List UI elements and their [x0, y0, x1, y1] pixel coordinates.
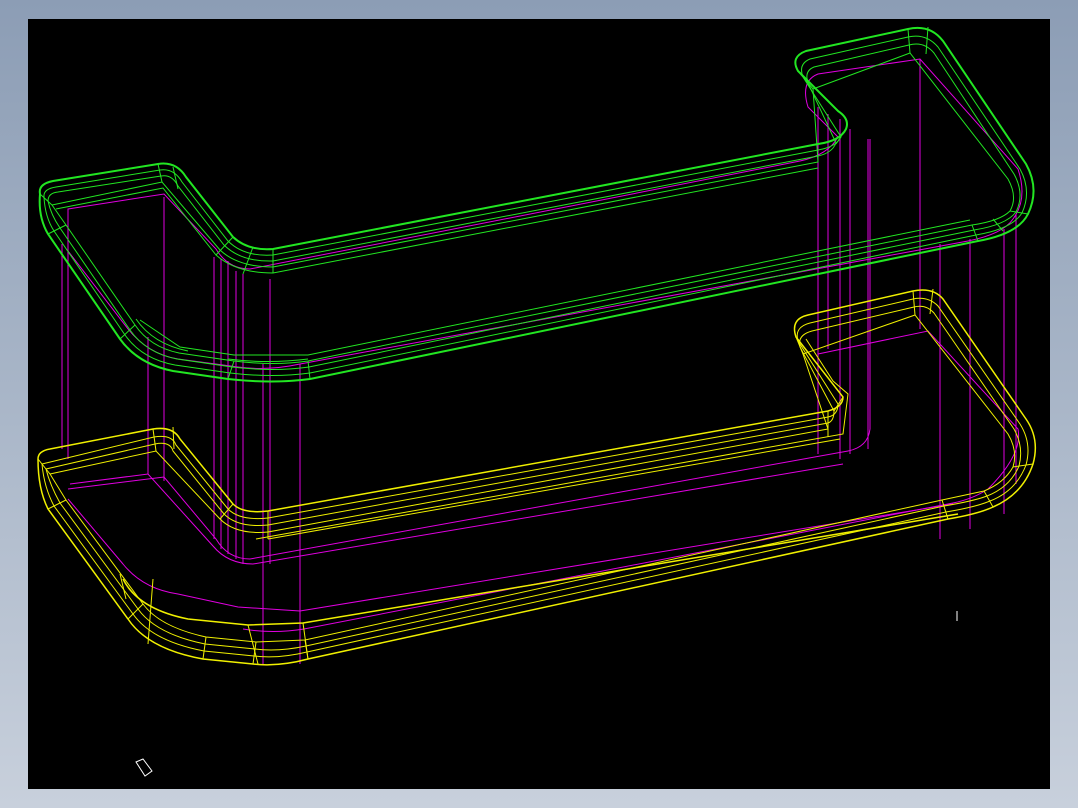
ucs-icon[interactable] — [135, 758, 153, 777]
cad-viewport[interactable] — [28, 19, 1050, 789]
inner-bottom-outline-4 — [67, 498, 954, 612]
lower-rim-seg-5 — [912, 290, 916, 316]
upper-rim-6 — [139, 219, 971, 356]
lower-rim-seg-3 — [172, 426, 175, 450]
upper-rim-3 — [47, 43, 1021, 370]
upper-rim-seg-2 — [172, 166, 179, 190]
lower-rim-seg-1 — [37, 458, 51, 475]
lower-rim-outer — [37, 289, 1037, 666]
lower-rim-seg-12 — [147, 578, 154, 645]
inner-bottom-outline-2 — [69, 463, 844, 565]
lower-rim-seg-2 — [152, 428, 157, 452]
upper-rim-seg-16 — [227, 360, 235, 380]
upper-rim-seg-3 — [215, 236, 234, 256]
upper-rim-seg-10 — [971, 224, 979, 242]
upper-rim-seg-17 — [307, 360, 311, 380]
upper-rim-seg-6 — [907, 28, 911, 54]
ucs-icon-shape[interactable] — [135, 758, 153, 777]
lower-rim-3 — [45, 305, 1022, 651]
upper-rim — [38, 26, 1035, 383]
lower-rim — [37, 288, 1037, 666]
inner-top-outline — [67, 58, 1023, 369]
lower-rim-seg-13 — [202, 636, 207, 660]
wireframe-drawing — [37, 26, 1037, 777]
lower-rim-bottom-2 — [119, 573, 309, 665]
lower-rim-6 — [255, 338, 849, 540]
vertical-edges — [61, 58, 1023, 664]
upper-rim-4 — [51, 52, 1014, 364]
upper-rim-seg-7 — [925, 26, 929, 55]
lower-rim-7 — [267, 438, 841, 540]
lower-rim-5 — [267, 396, 844, 539]
inner-bottom-outline-3 — [242, 330, 1020, 632]
inner-bottom-outline — [67, 139, 871, 560]
upper-rim-seg-1 — [157, 163, 163, 183]
lower-rim-seg-9 — [983, 490, 994, 508]
upper-rim-seg-12 — [1009, 210, 1029, 215]
upper-rim-seg-8 — [797, 70, 814, 90]
lower-rim-2 — [41, 297, 1029, 658]
upper-rim-2 — [43, 35, 1027, 376]
